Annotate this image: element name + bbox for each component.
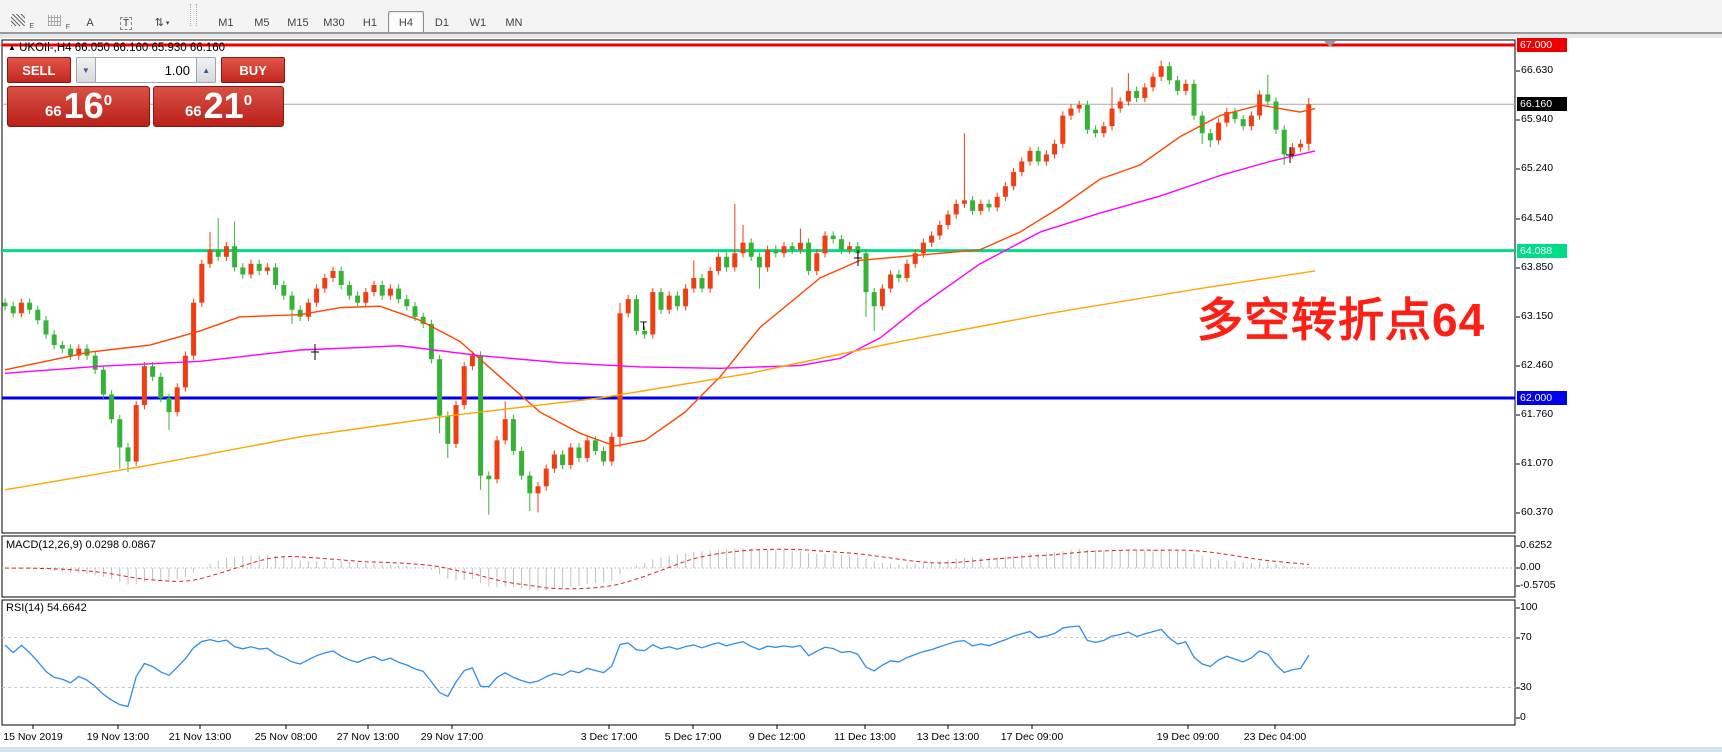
price-axis-label: 66.630 [1521, 64, 1553, 76]
volume-input[interactable] [96, 57, 196, 83]
time-axis-label: 19 Dec 09:00 [1157, 731, 1219, 743]
trading-app-window: EFAT⇅▾ M1M5M15M30H1H4D1W1MN T ▲ UKOIl-,H… [0, 0, 1722, 752]
symbol-arrow-icon: ▲ [8, 43, 16, 52]
time-axis-label: 21 Nov 13:00 [169, 731, 231, 743]
price-axis-label: 61.760 [1521, 408, 1553, 420]
sell-price-pips: 16 [64, 89, 104, 123]
price-level-label: 64.088 [1517, 244, 1567, 258]
rsi-indicator-label: RSI(14) 54.6642 [6, 602, 87, 614]
indicator-axis-label: 0 [1520, 711, 1526, 723]
time-axis-label: 19 Nov 13:00 [87, 731, 149, 743]
trade-prices-row: 66 16 0 66 21 0 [7, 86, 285, 127]
buy-button[interactable]: BUY [221, 57, 285, 83]
time-axis-label: 15 Nov 2019 [3, 731, 63, 743]
time-axis-label: 17 Dec 09:00 [1001, 731, 1063, 743]
sell-button[interactable]: SELL [7, 57, 71, 83]
price-level-label: 67.000 [1517, 38, 1567, 52]
price-axis-label: 63.850 [1521, 261, 1553, 273]
symbol-header: ▲ UKOIl-,H4 66.050 66.160 65.930 66.160 [8, 42, 225, 54]
buy-price-point: 0 [244, 92, 252, 109]
price-level-label: 62.000 [1517, 391, 1567, 405]
price-axis-label: 64.540 [1521, 212, 1553, 224]
indicator-axis-label: 0.00 [1520, 561, 1540, 573]
symbol-ohlc-text: UKOIl-,H4 66.050 66.160 65.930 66.160 [19, 42, 225, 54]
volume-increase-icon[interactable]: ▲ [196, 57, 216, 83]
price-axis-label: 63.150 [1521, 310, 1553, 322]
indicator-axis-label: 100 [1520, 601, 1538, 613]
buy-price-whole: 66 [185, 103, 202, 120]
time-axis-label: 27 Nov 13:00 [337, 731, 399, 743]
one-click-trade-panel: SELL ▼ ▲ BUY 66 16 0 66 21 0 [7, 57, 285, 127]
time-axis-label: 29 Nov 17:00 [421, 731, 483, 743]
sell-price-point: 0 [104, 92, 112, 109]
time-axis-label: 13 Dec 13:00 [917, 731, 979, 743]
time-axis-label: 3 Dec 17:00 [581, 731, 638, 743]
sell-price-tile[interactable]: 66 16 0 [7, 86, 150, 127]
indicator-axis-label: 0.6252 [1520, 539, 1552, 551]
indicator-axis-label: 30 [1520, 681, 1532, 693]
time-axis-label: 5 Dec 17:00 [665, 731, 722, 743]
price-axis-label: 62.460 [1521, 359, 1553, 371]
price-axis-label: 61.070 [1521, 457, 1553, 469]
indicator-axis-label: -0.5705 [1520, 579, 1556, 591]
time-axis-label: 9 Dec 12:00 [749, 731, 806, 743]
sell-price-whole: 66 [45, 103, 62, 120]
buy-price-tile[interactable]: 66 21 0 [153, 86, 284, 127]
svg-text:T: T [640, 319, 648, 333]
time-axis-label: 23 Dec 04:00 [1244, 731, 1306, 743]
price-axis-label: 65.940 [1521, 113, 1553, 125]
price-level-label: 66.160 [1517, 97, 1567, 111]
price-axis-label: 65.240 [1521, 162, 1553, 174]
chart-annotation-text: 多空转折点64 [1197, 284, 1485, 350]
macd-indicator-label: MACD(12,26,9) 0.0298 0.0867 [6, 539, 156, 551]
price-axis-label: 60.370 [1521, 506, 1553, 518]
buy-price-pips: 21 [204, 89, 244, 123]
time-axis-label: 11 Dec 13:00 [834, 731, 896, 743]
time-axis-label: 25 Nov 08:00 [255, 731, 317, 743]
volume-decrease-icon[interactable]: ▼ [76, 57, 96, 83]
indicator-axis-label: 70 [1520, 631, 1532, 643]
trade-controls-row: SELL ▼ ▲ BUY [7, 57, 285, 83]
